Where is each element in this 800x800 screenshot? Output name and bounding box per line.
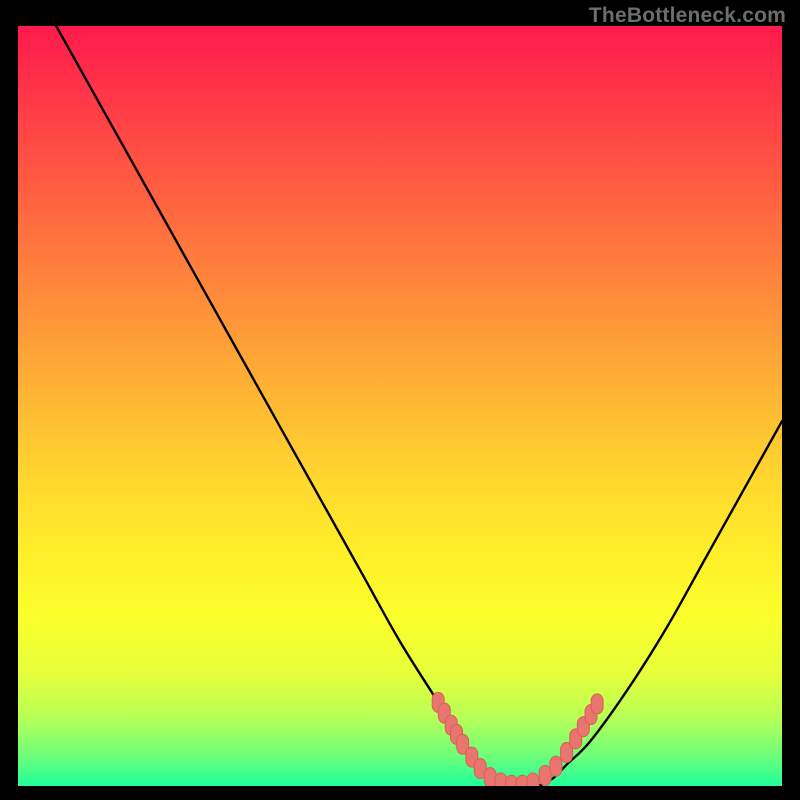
watermark-text: TheBottleneck.com xyxy=(589,4,786,28)
chart-frame: TheBottleneck.com xyxy=(0,0,800,800)
chart-gradient-area xyxy=(18,26,782,786)
